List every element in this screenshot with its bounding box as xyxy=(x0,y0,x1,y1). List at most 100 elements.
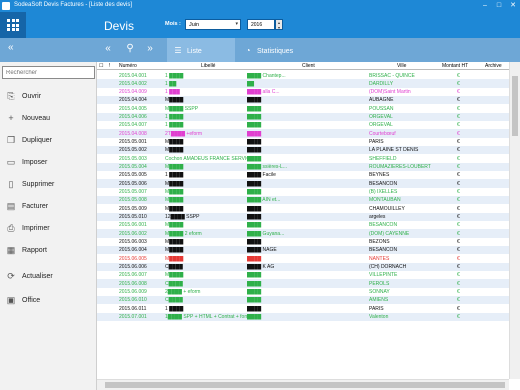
cell-vil: CHAMOUILLEY xyxy=(369,205,405,212)
table-row[interactable]: 2015.06.002 M████ 2 eform ████ Guyana... (D… xyxy=(97,229,509,238)
tab-liste[interactable]: ☰ Liste xyxy=(167,38,235,62)
sidebar-item-imposer[interactable]: ▭ Imposer xyxy=(0,152,97,174)
cell-num: 2015.04.001 xyxy=(119,72,147,79)
cell-mon: € xyxy=(457,222,460,229)
column-header[interactable]: Numéro xyxy=(119,63,137,69)
close-button[interactable]: ✕ xyxy=(506,0,520,12)
cell-vil: ORGEVAL xyxy=(369,122,393,129)
month-select[interactable]: Juin ▾ xyxy=(185,19,241,30)
priority-icon[interactable]: ! xyxy=(109,63,110,69)
minimize-button[interactable]: – xyxy=(478,0,492,12)
cell-mon: € xyxy=(457,247,460,254)
table-row[interactable]: 2015.05.006 M████ ████ BESANCON € xyxy=(97,179,509,188)
table-row[interactable]: 2015.07.001 1████ SPP + HTML + Contrat + … xyxy=(97,312,509,321)
table-row[interactable]: 2015.05.002 M████ ████ LA PLAINE ST DENIS € xyxy=(97,145,509,155)
table-row[interactable]: 2015.05.010 12████ SSPP ████ argeles € xyxy=(97,212,509,221)
table-row[interactable]: 2015.04.008 2T████ +eform ████ Courtebœuf € xyxy=(97,129,509,138)
report-icon: ▦ xyxy=(6,245,16,255)
cell-num: 2015.06.010 xyxy=(119,297,147,304)
scroll-thumb[interactable] xyxy=(512,76,518,136)
cell-mon: € xyxy=(457,280,460,287)
column-header[interactable]: Montant HT xyxy=(442,63,468,69)
cell-cli: ████ xyxy=(247,114,262,121)
open-icon: ⎘ xyxy=(7,91,15,101)
cell-num: 2015.04.007 xyxy=(119,122,147,129)
table-row[interactable]: 2015.04.005 M████ SSPP ████ POUSSAN € xyxy=(97,104,509,112)
sidebar-item-nouveau[interactable]: + Nouveau xyxy=(0,108,97,130)
sidebar-collapse-button[interactable]: « xyxy=(0,38,97,62)
cell-mon: € xyxy=(457,122,460,129)
table-row[interactable]: 2015.06.006 C████ ████ K AG (CH) DORNACH € xyxy=(97,262,509,271)
cell-vil: Courtebœuf xyxy=(369,130,396,137)
cell-num: 2015.04.005 xyxy=(119,105,147,112)
horizontal-scrollbar[interactable] xyxy=(97,379,509,390)
table-row[interactable]: 2015.06.010 C████ ████ AMIENS € xyxy=(97,295,509,305)
maximize-button[interactable]: □ xyxy=(492,0,506,12)
table-row[interactable]: 2015.05.003 Cochon AMADEUS FRANCE SERVICE… xyxy=(97,154,509,162)
sidebar-item-label: Facturer xyxy=(22,203,49,210)
table-row[interactable]: 2015.05.009 M████ ████ CHAMOUILLEY € xyxy=(97,204,509,212)
table-row[interactable]: 2015.06.007 M████ ████ VILLEPINTE € xyxy=(97,271,509,279)
invoice-icon: ▤ xyxy=(6,201,16,211)
table-row[interactable]: 2015.06.009 2████ + eform ████ SONNAY € xyxy=(97,288,509,296)
cell-cli: ████ xyxy=(247,189,262,196)
sidebar-item-actualiser[interactable]: ⟳ Actualiser xyxy=(0,266,97,288)
sidebar-item-imprimer[interactable]: ⎙ Imprimer xyxy=(0,218,97,240)
cell-cli: ████ K AG xyxy=(247,264,275,271)
column-header[interactable]: Ville xyxy=(397,63,406,69)
cell-cli: ████ xyxy=(247,272,262,279)
pin-icon[interactable]: ⚲ xyxy=(123,43,137,55)
table-row[interactable]: 2015.06.011 1 ████ ████ PARIS € xyxy=(97,304,509,312)
table-row[interactable]: 2015.04.004 M████ ████ AUBAGNE € xyxy=(97,95,509,105)
apps-grid-button[interactable] xyxy=(0,12,26,38)
cell-mon: € xyxy=(457,130,460,137)
cell-mon: € xyxy=(457,289,460,296)
cell-mon: € xyxy=(457,264,460,271)
table-row[interactable]: 2015.04.001 1 ████ ████ Chantep... BRISSAC … xyxy=(97,71,509,79)
table-row[interactable]: 2015.05.007 M████ ████ (B) IXELLES € xyxy=(97,188,509,196)
column-header[interactable]: Client xyxy=(302,63,315,69)
table-row[interactable]: 2015.05.005 1 ████ ████ Facile BEYNES € xyxy=(97,171,509,179)
cell-cli: ████ xyxy=(247,105,262,112)
column-selector-icon[interactable]: ☐ xyxy=(99,63,103,69)
search-input[interactable] xyxy=(2,66,95,79)
column-header[interactable]: Archive xyxy=(485,63,502,69)
table-row[interactable]: 2015.06.003 M████ ████ BEZONS € xyxy=(97,238,509,246)
table-row[interactable]: 2015.05.004 M████ ████ ssières-L... ROUMAZI… xyxy=(97,162,509,171)
year-spinner[interactable]: ▴ ▾ xyxy=(275,19,283,30)
cell-cli: ████ xyxy=(247,305,262,312)
vertical-scrollbar[interactable] xyxy=(509,62,520,379)
cell-num: 2015.06.009 xyxy=(119,289,147,296)
sidebar-item-dupliquer[interactable]: ❐ Dupliquer xyxy=(0,130,97,152)
sidebar-item-rapport[interactable]: ▦ Rapport xyxy=(0,240,97,262)
list-icon: ☰ xyxy=(174,46,182,55)
table-row[interactable]: 2015.04.002 1 ██ ██ DARDILLY € xyxy=(97,79,509,88)
sidebar-item-label: Supprimer xyxy=(22,181,55,188)
sidebar-item-office[interactable]: ▣ Office xyxy=(0,290,97,312)
table-row[interactable]: 2015.04.006 1 ████ ████ ORGEVAL € xyxy=(97,112,509,121)
table-row[interactable]: 2015.06.004 M████ ████ NAGE BESANCON € xyxy=(97,245,509,255)
cell-vil: BESANCON xyxy=(369,180,398,187)
sidebar-item-facturer[interactable]: ▤ Facturer xyxy=(0,196,97,218)
table-row[interactable]: 2015.06.005 M████ ████ NANTES € xyxy=(97,254,509,262)
year-field[interactable]: 2016 xyxy=(247,19,275,30)
cell-mon: € xyxy=(457,214,460,221)
tab-statistiques[interactable]: ◔ Statistiques xyxy=(239,38,319,62)
column-header[interactable]: Libellé xyxy=(201,63,215,69)
previous-icon[interactable]: « xyxy=(101,43,115,55)
table-row[interactable]: 2015.06.001 M████ ████ BESANCON € xyxy=(97,221,509,229)
table-row[interactable]: 2015.05.001 M████ ████ PARIS € xyxy=(97,138,509,146)
cell-vil: SHEFFIELD xyxy=(369,155,397,162)
table-row[interactable]: 2015.06.008 C████ ████ PEROLS € xyxy=(97,279,509,288)
sidebar-item-ouvrir[interactable]: ⎘ Ouvrir xyxy=(0,86,97,108)
cell-mon: € xyxy=(457,97,460,104)
cell-mon: € xyxy=(457,230,460,237)
sidebar-item-supprimer[interactable]: ▯ Supprimer xyxy=(0,174,97,196)
table-row[interactable]: 2015.05.008 M████ ████ AIN et... MONTAUBAN € xyxy=(97,195,509,205)
table-row[interactable]: 2015.04.009 1 ███ ████ alla C... (DOM)Saint… xyxy=(97,88,509,96)
scroll-thumb[interactable] xyxy=(105,382,505,388)
cell-vil: DARDILLY xyxy=(369,80,394,87)
table-row[interactable]: 2015.04.007 1 ████ ████ ORGEVAL € xyxy=(97,121,509,129)
next-icon[interactable]: » xyxy=(143,43,157,55)
cell-num: 2015.06.011 xyxy=(119,305,147,312)
